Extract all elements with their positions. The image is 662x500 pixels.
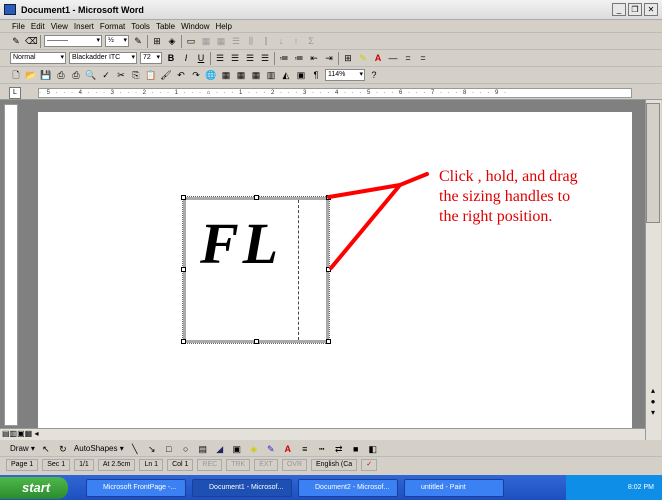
font-color-icon-2[interactable]: A: [282, 443, 294, 455]
annotation-text: Click , hold, and drag the sizing handle…: [439, 168, 578, 225]
task-paint[interactable]: untitled - Paint: [404, 478, 504, 497]
arrow-icon[interactable]: ↘: [146, 443, 158, 455]
clipart-icon[interactable]: ▣: [231, 443, 243, 455]
spelling-status-icon[interactable]: ✓: [361, 459, 378, 471]
status-col: Col 1: [167, 459, 194, 471]
shadow-icon[interactable]: ■: [350, 443, 362, 455]
browse-buttons[interactable]: ▴ ● ▾: [647, 385, 659, 418]
task-document2[interactable]: Document2 - Microsof...: [298, 478, 398, 497]
arrow-style-icon[interactable]: ⇄: [333, 443, 345, 455]
line-icon[interactable]: ╲: [129, 443, 141, 455]
status-ext[interactable]: EXT: [254, 459, 278, 471]
start-button[interactable]: start: [0, 476, 68, 499]
status-section: Sec 1: [42, 459, 71, 471]
view-buttons[interactable]: ▤▥▣▦ ◂: [2, 429, 38, 438]
3d-icon[interactable]: ◧: [367, 443, 379, 455]
autoshapes-menu[interactable]: AutoShapes ▾: [74, 444, 124, 453]
system-tray: 8:02 PM: [566, 475, 662, 500]
free-rotate-icon[interactable]: ↻: [57, 443, 69, 455]
dash-style-icon[interactable]: ┅: [316, 443, 328, 455]
oval-icon[interactable]: ○: [180, 443, 192, 455]
task-document1[interactable]: Document1 - Microsof...: [192, 478, 292, 497]
line-style-icon-2[interactable]: ≡: [299, 443, 311, 455]
status-at: At 2.5cm: [97, 459, 136, 471]
horizontal-scrollbar[interactable]: ▤▥▣▦ ◂: [0, 428, 645, 440]
textbox-icon[interactable]: ▤: [197, 443, 209, 455]
status-language: English (Ca: [311, 459, 358, 471]
rectangle-icon[interactable]: □: [163, 443, 175, 455]
vertical-scroll-thumb[interactable]: [646, 103, 660, 223]
wordart-icon[interactable]: ◢: [214, 443, 226, 455]
task-frontpage[interactable]: Microsoft FrontPage -...: [86, 478, 186, 497]
status-pages: 1/1: [74, 459, 94, 471]
taskbar: start Microsoft FrontPage -... Document1…: [0, 475, 662, 500]
status-ovr[interactable]: OVR: [281, 459, 307, 471]
status-trk[interactable]: TRK: [226, 459, 251, 471]
clock: 8:02 PM: [627, 484, 654, 491]
select-objects-icon[interactable]: ↖: [40, 443, 52, 455]
drawing-toolbar: Draw ▾ ↖ ↻ AutoShapes ▾ ╲ ↘ □ ○ ▤ ◢ ▣ ◈ …: [0, 441, 662, 457]
status-line: Ln 1: [139, 459, 164, 471]
status-bar: Page 1 Sec 1 1/1 At 2.5cm Ln 1 Col 1 REC…: [0, 457, 662, 473]
draw-menu[interactable]: Draw ▾: [10, 444, 35, 453]
status-page: Page 1: [6, 459, 39, 471]
annotation-arrows: [327, 172, 429, 270]
status-rec[interactable]: REC: [197, 459, 223, 471]
line-color-icon[interactable]: ✎: [265, 443, 277, 455]
fill-color-icon[interactable]: ◈: [248, 443, 260, 455]
